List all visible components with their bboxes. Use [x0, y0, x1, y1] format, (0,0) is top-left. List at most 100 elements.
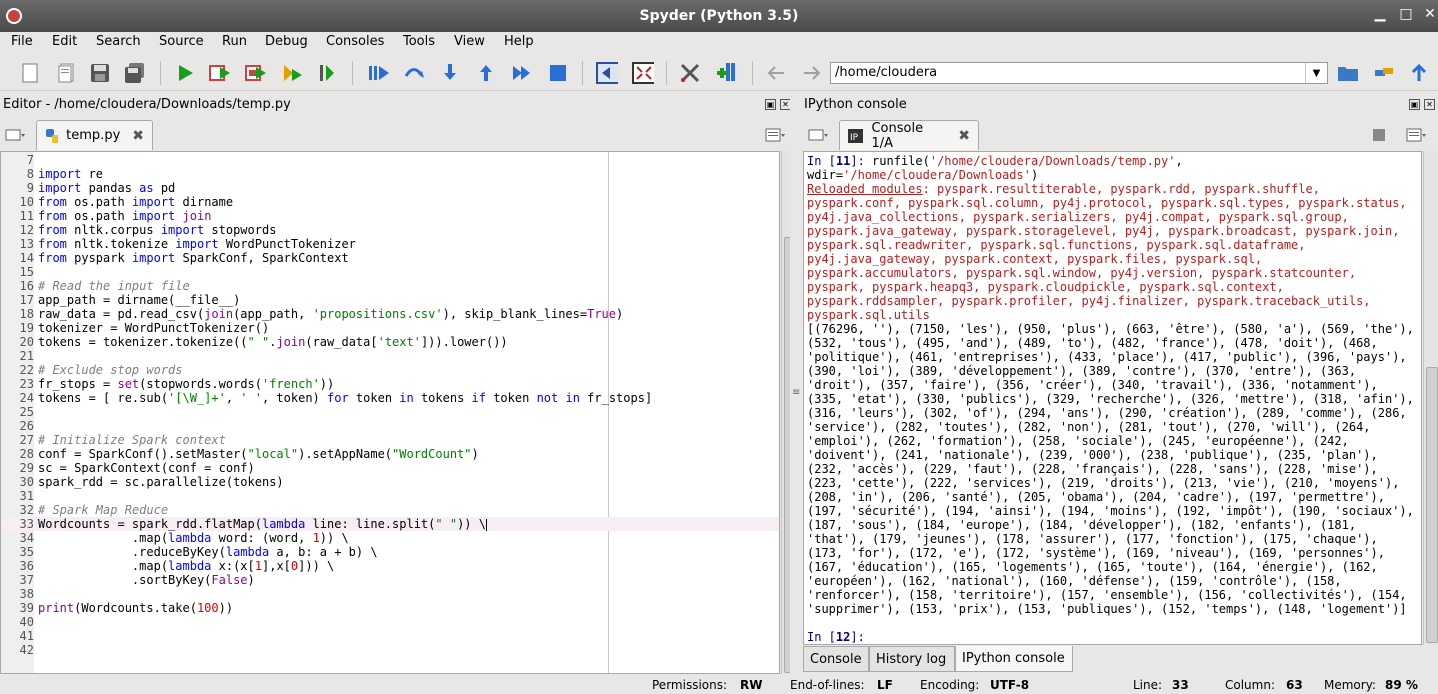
fullscreen-icon[interactable] [632, 62, 654, 84]
code-line[interactable]: 35 .reduceByKey(lambda a, b: a + b) \ [1, 545, 779, 559]
new-file-icon[interactable] [19, 62, 41, 84]
tab-temp-py[interactable]: temp.py ✖ [36, 120, 153, 150]
save-icon[interactable] [89, 62, 111, 84]
line-number: 42 [19, 643, 34, 657]
browse-tabs-icon[interactable] [808, 124, 830, 146]
undock-icon[interactable]: ▣ [1409, 99, 1420, 110]
code-line[interactable]: 42 [1, 643, 779, 657]
close-pane-icon[interactable]: ✕ [1424, 99, 1435, 110]
code-line[interactable]: 41 [1, 629, 779, 643]
preferences-icon[interactable] [679, 62, 701, 84]
code-line[interactable]: 18 raw_data = pd.read_csv(join(app_path, … [1, 307, 779, 321]
maximize-icon[interactable]: □ [1396, 6, 1416, 22]
tab-console[interactable]: Console [803, 646, 869, 672]
menu-view[interactable]: View [454, 34, 485, 49]
console-scrollbar[interactable] [1423, 151, 1438, 645]
code-editor[interactable]: 7 8 import re 9 import pandas as pd 10 from os… [0, 151, 780, 674]
code-line[interactable]: 14 from pyspark import SparkConf, SparkCo… [1, 251, 779, 265]
code-line[interactable]: 30 spark_rdd = sc.parallelize(tokens) [1, 475, 779, 489]
browse-tabs-icon[interactable] [5, 124, 27, 146]
code-line[interactable]: 34 .map(lambda word: (word, 1)) \ [1, 531, 779, 545]
run-selection-icon[interactable] [282, 62, 304, 84]
console-scroll-thumb[interactable] [1426, 367, 1438, 643]
run-cell-icon[interactable] [209, 62, 231, 84]
menu-search[interactable]: Search [96, 34, 141, 49]
code-line[interactable]: 28 conf = SparkConf().setMaster("local").… [1, 447, 779, 461]
tab-history-log[interactable]: History log [869, 646, 955, 672]
code-line[interactable]: 24 tokens = [ re.sub('[\W_]+', ' ', token… [1, 391, 779, 405]
tab-console-1a[interactable]: IP Console 1/A ✖ [839, 120, 979, 151]
minimize-icon[interactable]: ▁ [1370, 6, 1390, 22]
console-input-12[interactable]: In [12]: [804, 630, 1421, 644]
ipython-console-output[interactable]: In [11]: runfile('/home/cloudera/Downloa… [803, 151, 1422, 645]
menu-help[interactable]: Help [504, 34, 534, 49]
code-line[interactable]: 27 # Initialize Spark context [1, 433, 779, 447]
menu-file[interactable]: File [11, 34, 33, 49]
set-working-dir-icon[interactable] [1373, 62, 1395, 84]
close-tab-icon[interactable]: ✖ [958, 128, 970, 144]
profile-icon[interactable] [318, 62, 340, 84]
code-line[interactable]: 10 from os.path import dirname [1, 195, 779, 209]
close-window-icon[interactable]: ✕ [1420, 6, 1438, 22]
code-line[interactable]: 37 .sortByKey(False) [1, 573, 779, 587]
parent-dir-icon[interactable] [1408, 62, 1430, 84]
code-line[interactable]: 36 .map(lambda x:(x[1],x[0])) \ [1, 559, 779, 573]
stop-debug-icon[interactable] [547, 62, 569, 84]
save-all-icon[interactable] [124, 62, 146, 84]
menu-run[interactable]: Run [222, 34, 247, 49]
code-line[interactable]: 12 from nltk.corpus import stopwords [1, 223, 779, 237]
menu-edit[interactable]: Edit [52, 34, 77, 49]
working-directory-value: /home/cloudera [835, 65, 938, 80]
run-cell-advance-icon[interactable] [245, 62, 267, 84]
undock-icon[interactable]: ▣ [765, 99, 776, 110]
code-line[interactable]: 31 [1, 489, 779, 503]
step-return-icon[interactable] [475, 62, 497, 84]
code-line[interactable]: 11 from os.path import join [1, 209, 779, 223]
options-menu-icon[interactable] [1406, 124, 1428, 146]
code-line[interactable]: 23 fr_stops = set(stopwords.words('french… [1, 377, 779, 391]
code-line[interactable]: 29 sc = SparkContext(conf = conf) [1, 461, 779, 475]
menu-tools[interactable]: Tools [403, 34, 435, 49]
step-into-icon[interactable] [439, 62, 461, 84]
close-tab-icon[interactable]: ✖ [132, 128, 144, 144]
tab-ipython-console[interactable]: IPython console [955, 646, 1073, 672]
open-file-icon[interactable] [55, 62, 77, 84]
splitter-handle[interactable]: ≡ [792, 387, 800, 398]
back-arrow-icon[interactable] [765, 62, 787, 84]
menu-source[interactable]: Source [159, 34, 204, 49]
code-line[interactable]: 7 [1, 153, 779, 167]
code-area[interactable]: 7 8 import re 9 import pandas as pd 10 from os… [1, 153, 779, 657]
code-line[interactable]: 25 [1, 405, 779, 419]
run-icon[interactable] [174, 62, 196, 84]
code-line[interactable]: 38 [1, 587, 779, 601]
browse-folder-icon[interactable] [1337, 62, 1359, 84]
code-line[interactable]: 33 Wordcounts = spark_rdd.flatMap(lambda … [1, 517, 779, 531]
chevron-down-icon[interactable]: ▼ [1305, 63, 1327, 83]
code-line[interactable]: 21 [1, 349, 779, 363]
menu-debug[interactable]: Debug [265, 34, 308, 49]
pythonpath-icon[interactable] [715, 62, 737, 84]
code-line[interactable]: 39 print(Wordcounts.take(100)) [1, 601, 779, 615]
code-line[interactable]: 13 from nltk.tokenize import WordPunctTok… [1, 237, 779, 251]
code-line[interactable]: 15 [1, 265, 779, 279]
step-icon[interactable] [403, 62, 425, 84]
code-line[interactable]: 32 # Spark Map Reduce [1, 503, 779, 517]
forward-arrow-icon[interactable] [801, 62, 823, 84]
code-line[interactable]: 16 # Read the input file [1, 279, 779, 293]
code-line[interactable]: 17 app_path = dirname(__file__) [1, 293, 779, 307]
code-line[interactable]: 26 [1, 419, 779, 433]
options-menu-icon[interactable] [765, 124, 787, 146]
code-line[interactable]: 22 # Exclude stop words [1, 363, 779, 377]
working-directory-combobox[interactable]: /home/cloudera ▼ [830, 62, 1328, 84]
code-line[interactable]: 19 tokenizer = WordPunctTokenizer() [1, 321, 779, 335]
continue-icon[interactable] [511, 62, 533, 84]
menu-consoles[interactable]: Consoles [326, 34, 384, 49]
code-line[interactable]: 40 [1, 615, 779, 629]
code-line[interactable]: 8 import re [1, 167, 779, 181]
code-line[interactable]: 20 tokens = tokenizer.tokenize((" ".join(… [1, 335, 779, 349]
pane-splitter[interactable]: ≡ [790, 97, 800, 674]
maximize-pane-icon[interactable] [596, 62, 618, 84]
code-line[interactable]: 9 import pandas as pd [1, 181, 779, 195]
stop-kernel-icon[interactable] [1368, 124, 1390, 146]
debug-icon[interactable] [367, 62, 389, 84]
